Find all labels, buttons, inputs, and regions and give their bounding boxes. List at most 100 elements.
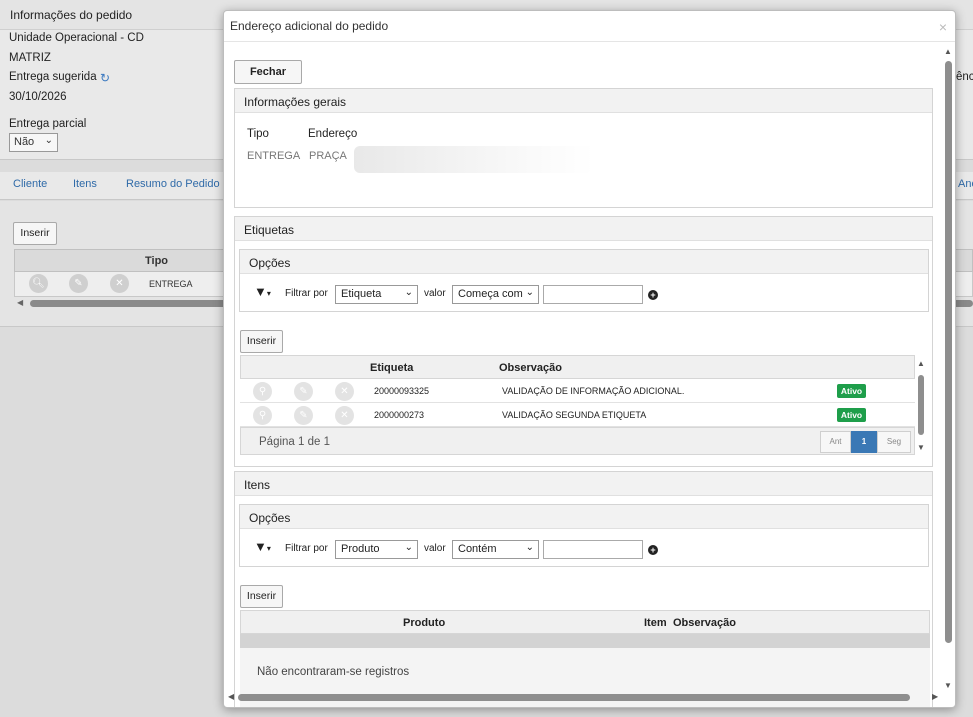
items-col-produto: Produto [403, 617, 446, 629]
table-row: ⚲ ✎ ✕ 20000093325 VALIDAÇÃO DE INFORMAÇÃ… [240, 379, 915, 403]
address-modal: Endereço adicional do pedido × Fechar In… [223, 10, 956, 708]
close-button[interactable]: Fechar [234, 60, 302, 84]
general-info-header: Informações gerais [235, 89, 932, 113]
items-filter-input[interactable] [543, 540, 643, 559]
items-grid-header: Produto Item Observação [240, 610, 930, 634]
tags-filter-by-label: Filtrar por [285, 288, 328, 299]
refresh-icon[interactable]: ↻ [100, 71, 110, 85]
items-filter-field-select[interactable]: Produto ⌄ [335, 540, 418, 559]
unit-label: Unidade Operacional - CD [9, 32, 144, 44]
redacted-address [354, 146, 594, 173]
address-value: PRAÇA [309, 150, 347, 162]
items-operator-select[interactable]: Contém ⌄ [452, 540, 539, 559]
items-operator-value: Contém [458, 543, 497, 555]
chevron-down-icon: ⌄ [525, 542, 534, 553]
status-badge: Ativo [837, 408, 866, 422]
chevron-down-icon: ⌄ [525, 287, 534, 298]
tags-grid-scrollbar[interactable]: ▲ ▼ [917, 359, 926, 455]
tags-col-etiqueta: Etiqueta [370, 362, 414, 374]
pager-prev-button[interactable]: Ant [820, 431, 851, 453]
items-filter-by-label: Filtrar por [285, 543, 328, 554]
empty-message: Não encontraram-se registros [257, 666, 410, 678]
tab-resumo[interactable]: Resumo do Pedido [126, 178, 220, 190]
right-cut-text: ênci [956, 71, 973, 83]
delivery-date: 30/10/2026 [9, 91, 67, 103]
partial-select-value: Não [14, 136, 35, 148]
unit-value: MATRIZ [9, 52, 51, 64]
tab-itens[interactable]: Itens [73, 178, 97, 190]
tags-filter-field-value: Etiqueta [341, 288, 382, 300]
general-info-section: Informações gerais Tipo Endereço ENTREGA… [234, 88, 933, 208]
scroll-down-icon[interactable]: ▼ [917, 443, 925, 452]
modal-vertical-scrollbar[interactable]: ▲ ▼ [943, 47, 955, 692]
tags-value-label: valor [424, 288, 446, 299]
view-icon[interactable]: ⚲ [253, 406, 272, 425]
pager-page-1[interactable]: 1 [851, 431, 877, 453]
scroll-down-icon[interactable]: ▼ [944, 681, 952, 690]
scroll-left-icon[interactable]: ◀ [228, 692, 234, 701]
status-badge: Ativo [837, 384, 866, 398]
pager-next-button[interactable]: Seg [877, 431, 911, 453]
tab-cliente[interactable]: Cliente [13, 178, 47, 190]
edit-icon[interactable]: ✎ [294, 406, 313, 425]
general-info-title: Informações gerais [244, 95, 347, 109]
filter-icon[interactable]: ▼▾ [254, 284, 271, 299]
modal-vscroll-thumb[interactable] [945, 61, 952, 643]
scroll-left-icon[interactable]: ◀ [17, 298, 23, 307]
edit-icon[interactable]: ✎ [69, 274, 88, 293]
close-icon[interactable]: × [939, 19, 947, 35]
items-col-item: Item [644, 617, 667, 629]
tab-cut-right[interactable]: Anc [958, 178, 973, 190]
table-row: ⚲ ✎ ✕ 2000000273 VALIDAÇÃO SEGUNDA ETIQU… [240, 403, 915, 427]
scroll-right-icon[interactable]: ▶ [932, 692, 938, 701]
tags-col-observacao: Observação [499, 362, 562, 374]
items-options-title: Opções [249, 511, 291, 525]
order-info-title: Informações do pedido [10, 8, 133, 22]
filter-icon[interactable]: ▼▾ [254, 539, 271, 554]
delete-icon[interactable]: ✕ [335, 382, 354, 401]
items-options-box: Opções ▼▾ Filtrar por Produto ⌄ valor Co… [239, 504, 929, 567]
bg-grid-header-tipo: Tipo [145, 255, 169, 267]
tag-cell: 2000000273 [374, 410, 425, 420]
chevron-down-icon: ⌄ [404, 542, 413, 553]
note-cell: VALIDAÇÃO DE INFORMAÇÃO ADICIONAL. [502, 386, 685, 396]
partial-select[interactable]: Não ⌄ [9, 133, 58, 152]
items-options-header: Opções [240, 505, 928, 529]
tags-operator-select[interactable]: Começa com ⌄ [452, 285, 539, 304]
view-icon[interactable]: ⚲ [253, 382, 272, 401]
tags-filter-field-select[interactable]: Etiqueta ⌄ [335, 285, 418, 304]
chevron-down-icon: ⌄ [404, 287, 413, 298]
tags-scroll-thumb[interactable] [918, 375, 924, 435]
tags-insert-button[interactable]: Inserir [240, 330, 283, 353]
tags-filter-input[interactable] [543, 285, 643, 304]
add-filter-icon[interactable]: + [648, 545, 658, 555]
tags-section: Etiquetas Opções ▼▾ Filtrar por Etiqueta… [234, 216, 933, 467]
modal-hscroll-thumb[interactable] [238, 694, 910, 701]
tag-cell: 20000093325 [374, 386, 430, 396]
tags-grid-header: Etiqueta Observação [240, 355, 915, 379]
scroll-up-icon[interactable]: ▲ [944, 47, 952, 56]
view-icon[interactable]: 🔍︎ [29, 274, 48, 293]
tags-pager: Página 1 de 1 Ant 1 Seg [240, 427, 915, 455]
edit-icon[interactable]: ✎ [294, 382, 313, 401]
bg-insert-button[interactable]: Inserir [13, 222, 57, 245]
chevron-down-icon: ⌄ [44, 135, 53, 146]
items-title: Itens [244, 478, 271, 492]
pager-info: Página 1 de 1 [259, 436, 330, 448]
tags-title: Etiquetas [244, 223, 295, 237]
note-cell: VALIDAÇÃO SEGUNDA ETIQUETA [502, 410, 647, 420]
modal-title: Endereço adicional do pedido [230, 19, 389, 33]
type-label: Tipo [247, 128, 269, 140]
delete-icon[interactable]: ✕ [335, 406, 354, 425]
modal-horizontal-scrollbar[interactable]: ◀ ▶ [226, 691, 943, 703]
tags-options-header: Opções [240, 250, 928, 274]
scroll-up-icon[interactable]: ▲ [917, 359, 925, 368]
delete-icon[interactable]: ✕ [110, 274, 129, 293]
items-section: Itens Opções ▼▾ Filtrar por Produto ⌄ va… [234, 471, 933, 707]
items-header: Itens [235, 472, 932, 496]
bg-grid-cell-tipo: ENTREGA [149, 279, 193, 289]
tags-options-title: Opções [249, 256, 291, 270]
items-col-observacao: Observação [673, 617, 736, 629]
add-filter-icon[interactable]: + [648, 290, 658, 300]
items-insert-button[interactable]: Inserir [240, 585, 283, 608]
